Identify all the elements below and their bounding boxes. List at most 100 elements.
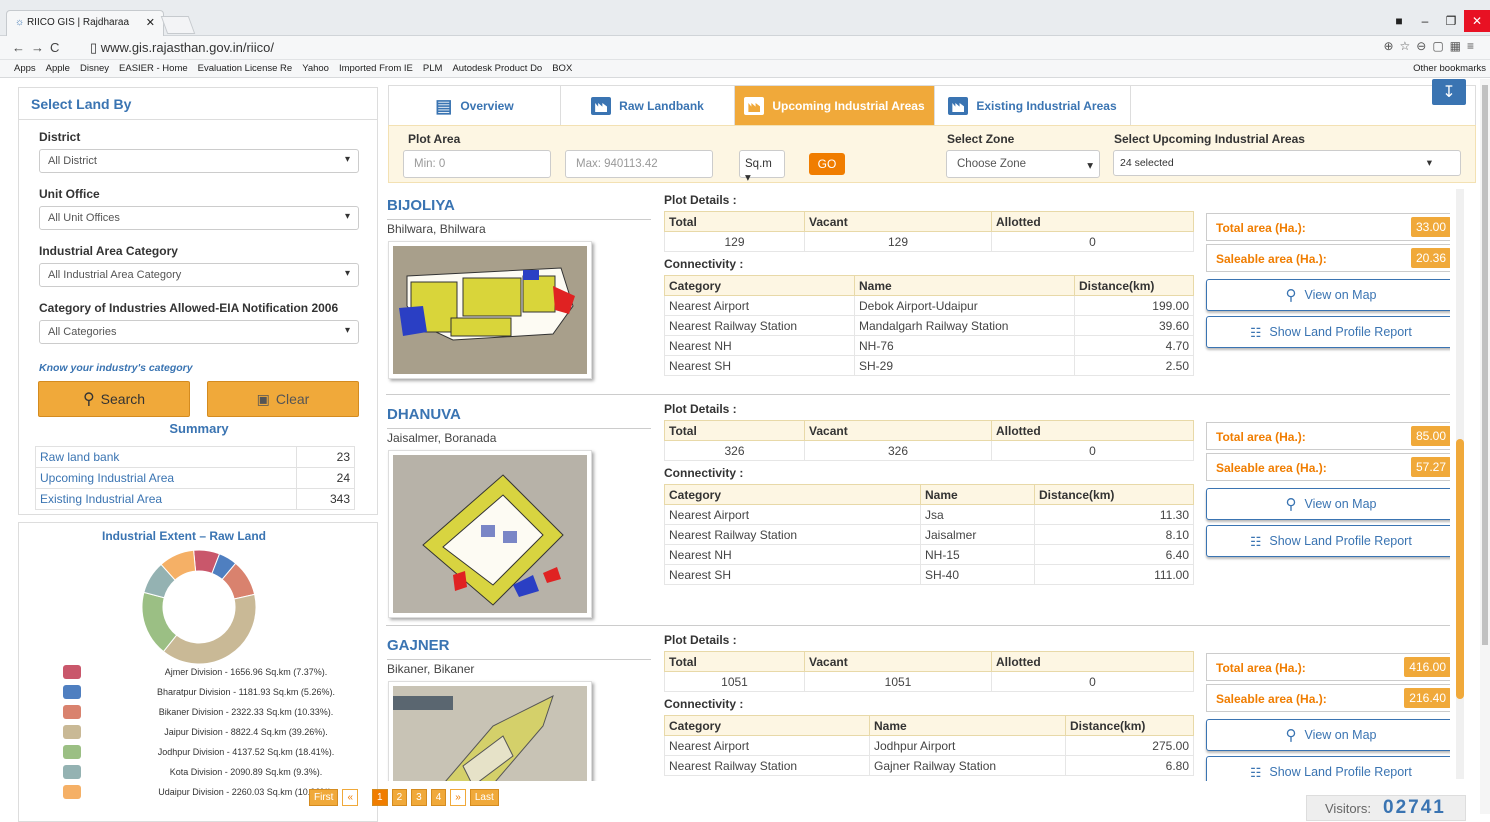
tab-upcoming-areas[interactable]: Upcoming Industrial Areas [735,86,935,126]
eia-select[interactable]: All Categories [39,320,359,344]
areas-multiselect[interactable]: 24 selected ▾ [1113,150,1461,176]
plot-details-table: Total Vacant Allotted 1051 1051 0 [664,651,1194,692]
page-next-button[interactable]: » [450,789,466,806]
summary-label[interactable]: Existing Industrial Area [35,488,297,510]
category-value: All Industrial Area Category [48,269,182,281]
area-name[interactable]: GAJNER [387,637,450,654]
summary-row[interactable]: Existing Industrial Area 343 [35,488,355,510]
area-name[interactable]: BIJOLIYA [387,197,455,214]
zone-select[interactable]: Choose Zone ▾ [946,150,1100,178]
tab-raw-landbank[interactable]: Raw Landbank [561,86,735,126]
profile-icon[interactable]: ■ [1386,10,1412,32]
close-window-icon[interactable]: ✕ [1464,10,1490,32]
page-scrollbar[interactable] [1480,79,1490,814]
allotted-value: 0 [991,231,1194,252]
view-on-map-button[interactable]: ⚲ View on Map [1206,279,1450,311]
download-icon[interactable]: ↧ [1432,79,1466,105]
legend-label: Ajmer Division - 1656.96 Sq.km (7.37%). [164,667,328,677]
page-2-button[interactable]: 2 [391,789,408,806]
category-select[interactable]: All Industrial Area Category [39,263,359,287]
summary-row[interactable]: Upcoming Industrial Area 24 [35,467,355,489]
results-scrollbar[interactable] [1456,189,1464,779]
page-last-button[interactable]: Last [469,789,499,806]
tab-existing-areas[interactable]: Existing Industrial Areas [935,86,1131,126]
cell-category: Nearest SH [664,355,855,376]
table-row: Nearest NH NH-76 4.70 [664,335,1194,356]
bookmark-6[interactable]: Imported From IE [339,63,413,74]
total-area-value: 33.00 [1410,217,1450,237]
cell-category: Nearest Airport [664,735,870,756]
area-plan-image[interactable] [388,450,592,618]
max-area-input[interactable]: Max: 940113.42 [565,150,713,178]
summary-label[interactable]: Upcoming Industrial Area [35,467,297,489]
tab-upcoming-label: Upcoming Industrial Areas [772,99,925,113]
page-4-button[interactable]: 4 [430,789,447,806]
unit-select[interactable]: Sq.m ▾ [739,150,785,184]
pie-slice-3[interactable] [162,593,257,665]
search-button[interactable]: ⚲ Search [38,381,190,417]
show-report-label: Show Land Profile Report [1269,534,1412,548]
page-3-button[interactable]: 3 [411,789,427,806]
total-area-box: Total area (Ha.): 85.00 [1206,422,1450,450]
area-plan-image[interactable] [388,241,592,379]
page-first-button[interactable]: First [309,789,339,806]
bookmark-9[interactable]: BOX [552,63,572,74]
saleable-area-box: Saleable area (Ha.): 20.36 [1206,244,1450,272]
browser-tab[interactable]: ☼ RIICO GIS | Rajdharaa ✕ [6,10,164,36]
min-area-input[interactable]: Min: 0 [403,150,551,178]
clear-button[interactable]: ▣ Clear [207,381,359,417]
bookmark-1[interactable]: Apple [46,63,70,74]
show-report-button[interactable]: ☷ Show Land Profile Report [1206,756,1450,781]
main-tabs: ▤ Overview Raw Landbank Upcoming Industri… [388,85,1476,126]
col-category: Category [664,275,855,296]
unit-select[interactable]: All Unit Offices [39,206,359,230]
areas-value: 24 selected [1120,157,1174,169]
bookmark-3[interactable]: EASIER - Home [119,63,188,74]
bookmark-5[interactable]: Yahoo [302,63,329,74]
card-divider [386,394,1450,395]
summary-label[interactable]: Raw land bank [35,446,297,468]
cell-distance: 6.80 [1065,755,1194,776]
bookmark-8[interactable]: Autodesk Product Do [452,63,542,74]
bookmark-0[interactable]: Apps [14,63,36,74]
search-label: Search [100,391,146,407]
total-area-box: Total area (Ha.): 416.00 [1206,653,1450,681]
page-prev-button[interactable]: « [342,789,359,806]
legend-label: Bikaner Division - 2322.33 Sq.km (10.33%… [158,707,334,717]
eia-label: Category of Industries Allowed-EIA Notif… [39,301,339,315]
restore-icon[interactable]: ❐ [1438,10,1464,32]
close-tab-icon[interactable]: ✕ [146,16,155,29]
district-select[interactable]: All District [39,149,359,173]
connectivity-label: Connectivity : [664,257,744,271]
scrollbar-thumb[interactable] [1456,439,1464,699]
page-1-button[interactable]: 1 [372,789,388,806]
nav-buttons[interactable]: ←→C [12,40,65,55]
tab-overview[interactable]: ▤ Overview [389,86,561,126]
bookmark-4[interactable]: Evaluation License Re [198,63,293,74]
favicon-icon: ☼ [15,17,25,28]
table-row: Nearest SH SH-29 2.50 [664,355,1194,376]
bookmark-7[interactable]: PLM [423,63,443,74]
show-report-button[interactable]: ☷ Show Land Profile Report [1206,316,1450,348]
extension-icons[interactable]: ⊕☆⊖▢▦≡ [1383,39,1480,53]
plot-area-label: Plot Area [408,132,461,146]
total-value: 326 [664,440,805,461]
chevron-down-icon: ▾ [1087,160,1093,172]
new-tab-button[interactable] [160,16,196,34]
area-name[interactable]: DHANUVA [387,406,461,423]
view-on-map-button[interactable]: ⚲ View on Map [1206,719,1450,751]
page-icon: ▯ [90,40,101,55]
col-total: Total [664,651,805,672]
tab-overview-label: Overview [460,99,514,113]
show-report-button[interactable]: ☷ Show Land Profile Report [1206,525,1450,557]
go-button[interactable]: GO [809,153,845,175]
page-scrollbar-thumb[interactable] [1482,85,1488,645]
minimize-icon[interactable]: – [1412,10,1438,32]
url-input[interactable]: ▯ www.gis.rajasthan.gov.in/riico/ [86,38,1346,57]
bookmark-2[interactable]: Disney [80,63,109,74]
summary-row[interactable]: Raw land bank 23 [35,446,355,468]
view-on-map-button[interactable]: ⚲ View on Map [1206,488,1450,520]
area-plan-image[interactable] [388,681,592,781]
other-bookmarks[interactable]: Other bookmarks [1413,63,1486,74]
know-category-link[interactable]: Know your industry's category [39,362,193,374]
